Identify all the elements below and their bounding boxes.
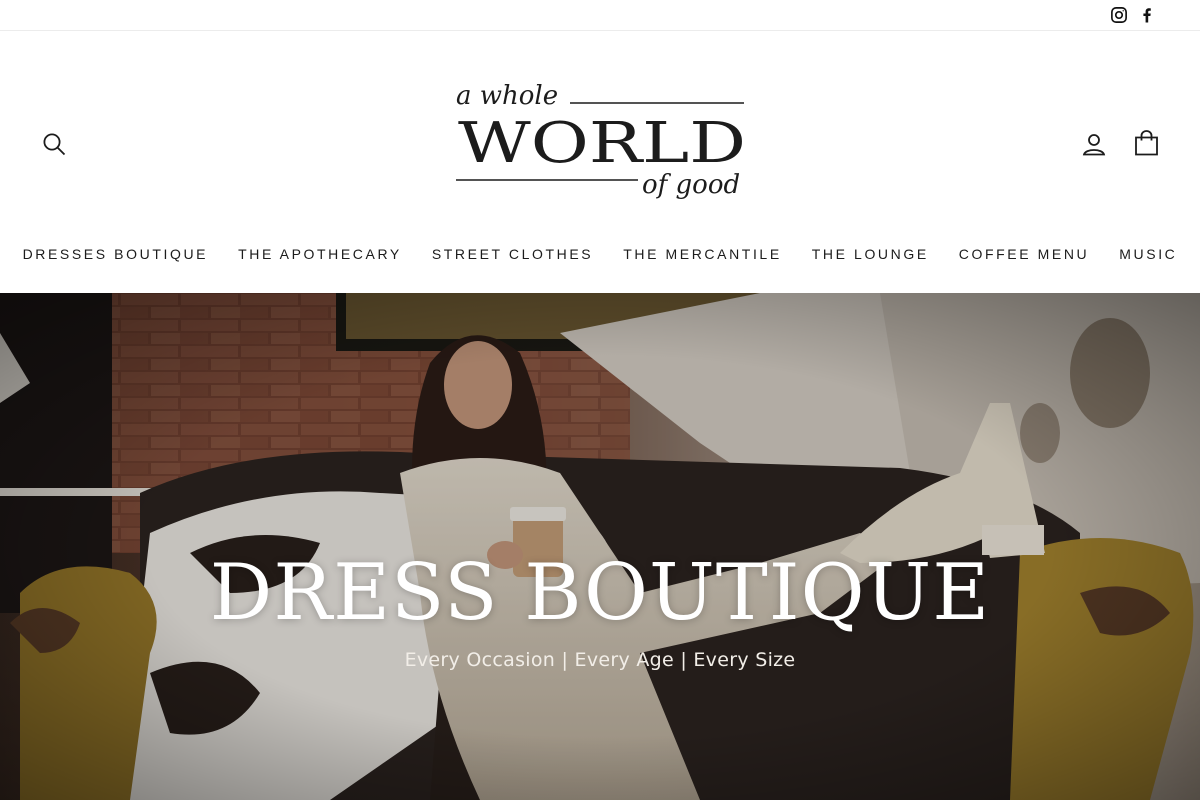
social-links <box>1110 6 1156 24</box>
top-bar <box>0 0 1200 31</box>
instagram-icon <box>1111 7 1127 23</box>
site-logo[interactable]: a whole WORLD of good <box>452 69 748 219</box>
hero-image <box>0 293 1200 800</box>
nav-item-music[interactable]: MUSIC <box>1119 243 1177 265</box>
cart-button[interactable] <box>1134 130 1159 156</box>
logo-line-a-whole: a whole <box>456 81 558 111</box>
facebook-icon <box>1143 8 1151 23</box>
nav-item-the-lounge[interactable]: THE LOUNGE <box>812 243 929 265</box>
facebook-link[interactable] <box>1138 6 1156 24</box>
user-icon <box>1082 134 1106 156</box>
hero-title: DRESS BOUTIQUE <box>209 548 991 638</box>
main-navigation: DRESSES BOUTIQUE THE APOTHECARY STREET C… <box>0 243 1200 265</box>
nav-item-street-clothes[interactable]: STREET CLOTHES <box>432 243 593 265</box>
instagram-link[interactable] <box>1110 6 1128 24</box>
hero-subtitle: Every Occasion | Every Age | Every Size <box>404 649 796 671</box>
account-button[interactable] <box>1082 132 1106 156</box>
search-button[interactable] <box>42 132 66 156</box>
logo-graphic: a whole WORLD of good <box>456 81 746 200</box>
site-header: a whole WORLD of good DRESSES BOUTIQUE T… <box>0 31 1200 293</box>
nav-item-the-mercantile[interactable]: THE MERCANTILE <box>623 243 782 265</box>
logo-line-of-good: of good <box>642 170 740 200</box>
nav-item-the-apothecary[interactable]: THE APOTHECARY <box>238 243 402 265</box>
logo-line-world: WORLD <box>458 111 746 176</box>
search-icon <box>43 133 66 156</box>
shopping-bag-icon <box>1135 130 1158 156</box>
nav-item-coffee-menu[interactable]: COFFEE MENU <box>959 243 1090 265</box>
hero-banner[interactable]: DRESS BOUTIQUE Every Occasion | Every Ag… <box>0 293 1200 800</box>
nav-item-dresses-boutique[interactable]: DRESSES BOUTIQUE <box>23 243 209 265</box>
